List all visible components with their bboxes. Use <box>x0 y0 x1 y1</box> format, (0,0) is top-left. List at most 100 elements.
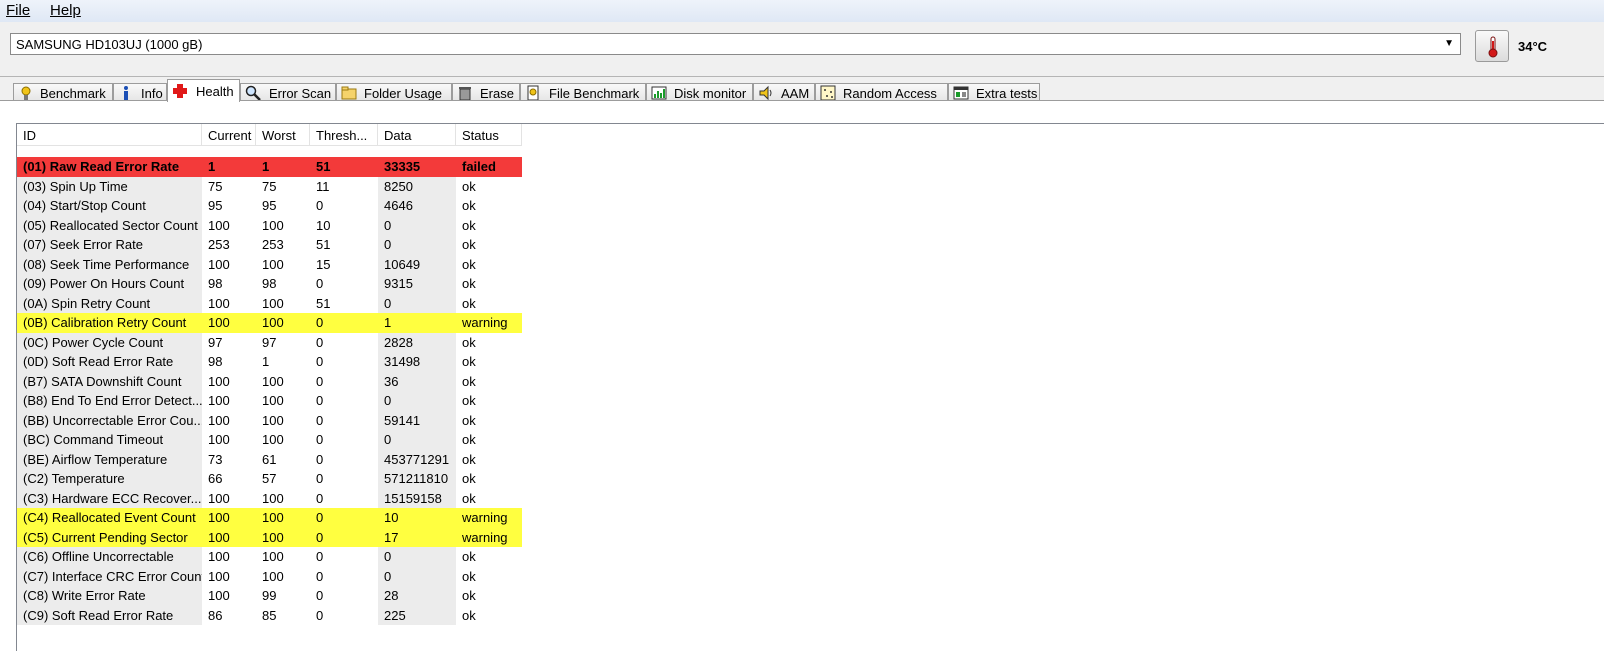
worst-cell: 100 <box>262 217 284 233</box>
folder-icon <box>341 86 357 100</box>
drive-select[interactable]: SAMSUNG HD103UJ (1000 gB) ▼ <box>10 33 1461 55</box>
table-row[interactable]: (07) Seek Error Rate 253 253 51 0 ok <box>17 235 522 255</box>
current-cell: 98 <box>208 276 223 291</box>
status-cell: ok <box>462 334 476 350</box>
data-cell: 0 <box>378 215 456 235</box>
attribute-id-cell: (C9) Soft Read Error Rate <box>17 605 202 625</box>
data-cell: 0 <box>378 293 456 313</box>
current-cell: 86 <box>208 607 223 623</box>
column-header-current[interactable]: Current <box>202 124 256 146</box>
table-row[interactable]: (BE) Airflow Temperature 73 61 0 453771291 ok <box>17 449 522 469</box>
threshold-cell: 51 <box>316 159 331 174</box>
threshold-cell: 51 <box>316 295 331 311</box>
status-cell: warning <box>462 529 508 545</box>
table-row[interactable]: (C9) Soft Read Error Rate 86 85 0 225 ok <box>17 605 522 625</box>
current-cell: 100 <box>208 315 230 330</box>
table-row[interactable]: (0A) Spin Retry Count 100 100 51 0 ok <box>17 293 522 313</box>
table-row[interactable]: (0B) Calibration Retry Count 100 100 0 1 warn… <box>17 313 522 333</box>
current-cell: 100 <box>208 568 230 584</box>
current-cell: 1 <box>208 159 216 174</box>
table-row[interactable]: (B7) SATA Downshift Count 100 100 0 36 ok <box>17 371 522 391</box>
tab-label: File Benchmark <box>549 86 640 101</box>
table-row[interactable]: (04) Start/Stop Count 95 95 0 4646 ok <box>17 196 522 216</box>
status-cell: ok <box>462 295 476 311</box>
disk-monitor-icon <box>651 86 667 100</box>
current-cell: 100 <box>208 412 230 428</box>
table-row[interactable]: (C6) Offline Uncorrectable 100 100 0 0 ok <box>17 547 522 567</box>
worst-cell: 97 <box>262 334 277 350</box>
data-cell: 0 <box>378 235 456 255</box>
table-row[interactable]: (BC) Command Timeout 100 100 0 0 ok <box>17 430 522 450</box>
table-row[interactable]: (C2) Temperature 66 57 0 571211810 ok <box>17 469 522 489</box>
tab-strip: Benchmark Info Health Error Scan Folder … <box>0 76 1604 102</box>
table-row[interactable]: (C5) Current Pending Sector 100 100 0 17 warn… <box>17 527 522 547</box>
table-row[interactable]: (08) Seek Time Performance 100 100 15 10649 o… <box>17 254 522 274</box>
attribute-id-cell: (C3) Hardware ECC Recover... <box>17 488 202 508</box>
health-cross-icon <box>173 84 187 98</box>
table-row[interactable]: (B8) End To End Error Detect... 100 100 0 0 o… <box>17 391 522 411</box>
table-row[interactable]: (09) Power On Hours Count 98 98 0 9315 ok <box>17 274 522 294</box>
benchmark-icon <box>21 86 31 100</box>
worst-cell: 1 <box>262 159 270 174</box>
data-cell: 28 <box>378 586 456 606</box>
worst-cell: 100 <box>262 256 284 272</box>
attribute-id-cell: (BB) Uncorrectable Error Cou... <box>17 410 202 430</box>
attribute-id-cell: (C7) Interface CRC Error Count <box>17 566 202 586</box>
menu-help[interactable]: Help <box>50 2 81 19</box>
worst-cell: 61 <box>262 451 277 467</box>
tab-label: Random Access <box>843 86 937 101</box>
current-cell: 98 <box>208 354 223 369</box>
table-row[interactable]: (BB) Uncorrectable Error Cou... 100 100 0 59… <box>17 410 522 430</box>
data-cell: 225 <box>378 605 456 625</box>
table-row[interactable]: (01) Raw Read Error Rate 1 1 51 33335 failed <box>17 157 522 177</box>
tab-label: Info <box>141 86 163 101</box>
menu-bar: File Help <box>0 0 1604 22</box>
data-cell: 0 <box>378 391 456 411</box>
attribute-id-cell: (0D) Soft Read Error Rate <box>17 352 202 372</box>
worst-cell: 100 <box>262 568 284 584</box>
current-cell: 100 <box>208 549 230 564</box>
data-cell: 10 <box>384 510 399 525</box>
threshold-cell: 0 <box>316 451 324 467</box>
data-cell: 0 <box>378 566 456 586</box>
status-cell: ok <box>462 549 476 564</box>
table-row[interactable]: (03) Spin Up Time 75 75 11 8250 ok <box>17 176 522 196</box>
attribute-id-cell: (0A) Spin Retry Count <box>17 293 202 313</box>
attribute-id-cell: (03) Spin Up Time <box>17 176 202 196</box>
menu-file[interactable]: File <box>6 2 30 19</box>
status-cell: ok <box>462 354 476 369</box>
data-cell: 36 <box>378 371 456 391</box>
tab-label: Benchmark <box>40 86 106 101</box>
status-cell: ok <box>462 237 476 252</box>
column-header-data[interactable]: Data <box>378 124 456 146</box>
extra-tests-icon <box>953 86 969 100</box>
attribute-id-cell: (08) Seek Time Performance <box>17 254 202 274</box>
tab-health[interactable]: Health <box>167 79 240 102</box>
threshold-cell: 0 <box>316 412 324 428</box>
column-header-status[interactable]: Status <box>456 124 522 146</box>
table-row[interactable]: (C3) Hardware ECC Recover... 100 100 0 15159… <box>17 488 522 508</box>
status-cell: ok <box>462 471 476 486</box>
data-cell: 453771291 <box>378 449 456 469</box>
menu-file-label: File <box>6 2 31 19</box>
status-cell: ok <box>462 198 476 213</box>
column-header-threshold[interactable]: Thresh... <box>310 124 378 146</box>
threshold-cell: 51 <box>316 237 331 252</box>
table-row[interactable]: (05) Reallocated Sector Count 100 100 10 0 ok <box>17 215 522 235</box>
column-header-id[interactable]: ID <box>17 124 202 146</box>
status-cell: ok <box>462 451 476 467</box>
column-header-worst[interactable]: Worst <box>256 124 310 146</box>
table-row[interactable]: (C7) Interface CRC Error Count 100 100 0 0 ok <box>17 566 522 586</box>
table-row[interactable]: (C8) Write Error Rate 100 99 0 28 ok <box>17 586 522 606</box>
worst-cell: 85 <box>262 607 277 623</box>
table-row[interactable]: (0D) Soft Read Error Rate 98 1 0 31498 ok <box>17 352 522 372</box>
table-row[interactable]: (0C) Power Cycle Count 97 97 0 2828 ok <box>17 332 522 352</box>
smart-attributes-list[interactable]: ID Current Worst Thresh... Data Status (… <box>16 123 1604 651</box>
temperature-button[interactable] <box>1475 30 1509 62</box>
data-cell: 2828 <box>378 332 456 352</box>
data-cell: 4646 <box>378 196 456 216</box>
table-row[interactable]: (C4) Reallocated Event Count 100 100 0 10 war… <box>17 508 522 528</box>
status-cell: warning <box>462 510 508 525</box>
worst-cell: 100 <box>262 412 284 428</box>
dropdown-arrow-icon[interactable]: ▼ <box>1444 38 1454 49</box>
